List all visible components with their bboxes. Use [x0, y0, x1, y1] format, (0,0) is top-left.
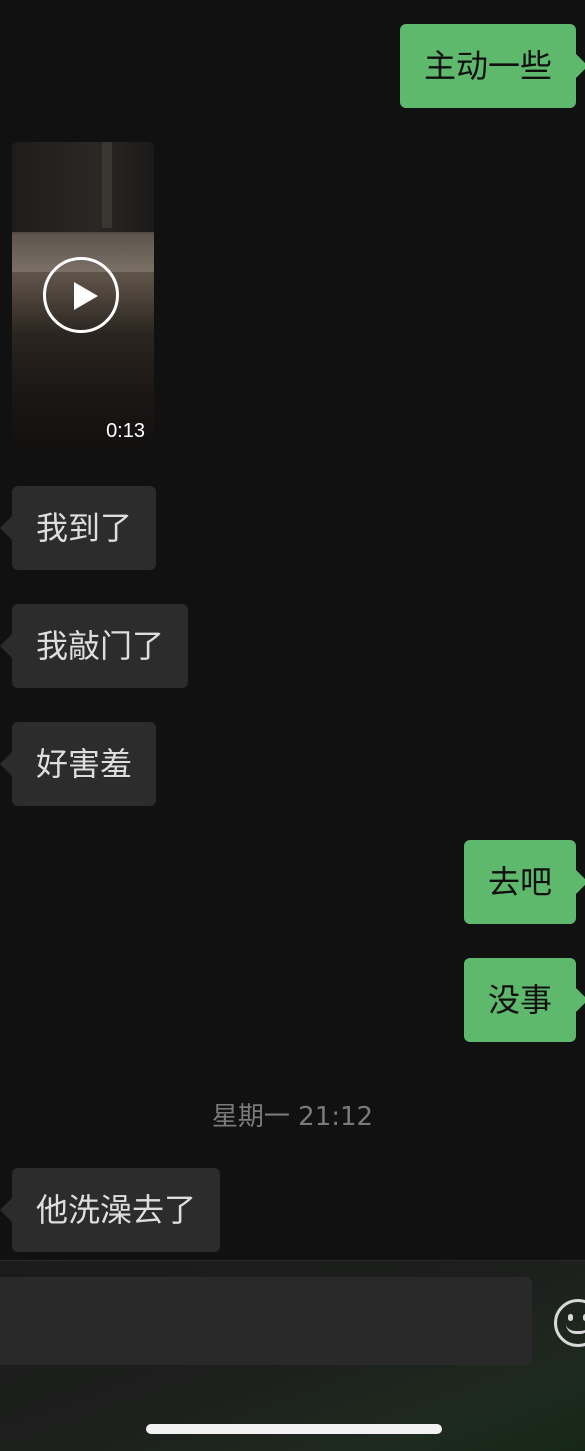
message-text: 好害羞: [36, 745, 133, 783]
outgoing-message-bubble[interactable]: 去吧: [463, 840, 585, 924]
play-icon[interactable]: [43, 257, 119, 333]
message-text: 他洗澡去了: [36, 1191, 197, 1229]
input-bar: [0, 1260, 585, 1451]
message-text: 主动一些: [423, 47, 552, 85]
outgoing-message-bubble[interactable]: 没事: [463, 958, 585, 1042]
incoming-message-bubble[interactable]: 好害羞: [0, 722, 157, 806]
video-thumbnail: [12, 142, 154, 232]
video-message[interactable]: 0:13: [12, 142, 154, 452]
outgoing-message-bubble[interactable]: 主动一些: [399, 24, 585, 108]
message-text: 去吧: [487, 863, 552, 901]
message-text: 我敲门了: [36, 627, 165, 665]
incoming-message-bubble[interactable]: 我到了: [0, 486, 157, 570]
message-text: 没事: [487, 981, 552, 1019]
incoming-message-bubble[interactable]: 他洗澡去了: [0, 1168, 221, 1252]
message-input[interactable]: [0, 1277, 532, 1365]
message-text: 我到了: [36, 509, 133, 547]
incoming-message-bubble[interactable]: 我敲门了: [0, 604, 189, 688]
home-indicator: [146, 1424, 442, 1434]
smiley-face-icon[interactable]: [554, 1299, 585, 1347]
message-timestamp: 星期一 21:12: [211, 1102, 374, 1132]
video-duration: 0:13: [106, 420, 145, 442]
